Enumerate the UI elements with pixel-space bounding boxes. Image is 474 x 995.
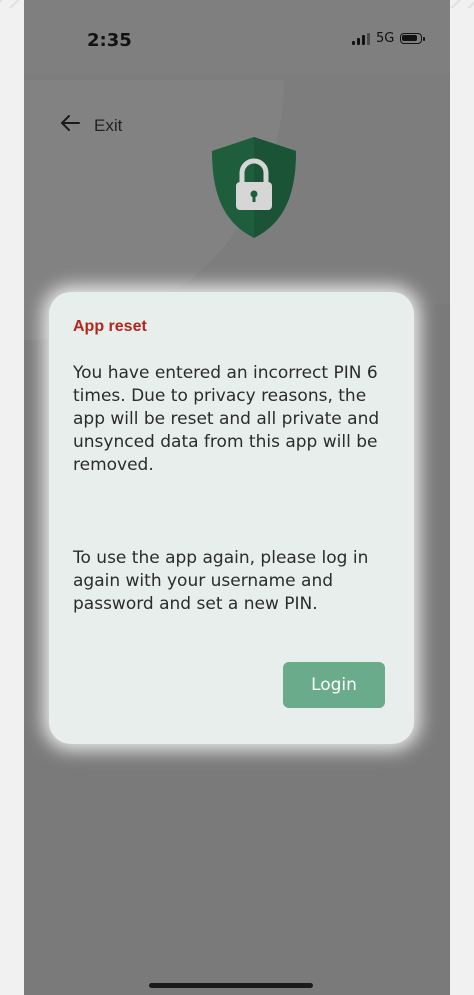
shield-lock-icon [212,137,296,238]
page-background: 2:35 5G Exit App reset You have entered … [0,0,474,995]
dialog-title: App reset [73,318,147,335]
arrow-left-icon [60,114,80,137]
dialog-message-2: To use the app again, please log in agai… [73,548,369,614]
dialog-message-1: You have entered an incorrect PIN 6 time… [73,363,380,475]
login-button[interactable]: Login [283,662,385,708]
exit-label: Exit [94,115,123,135]
signal-bars-icon [352,32,370,45]
network-type: 5G [376,31,395,46]
app-reset-dialog: App reset You have entered an incorrect … [49,292,414,744]
status-bar: 2:35 5G [24,0,450,74]
battery-icon [400,33,426,44]
home-indicator[interactable] [149,983,313,988]
exit-button[interactable]: Exit [60,114,122,137]
status-icons: 5G [352,31,426,46]
status-time: 2:35 [87,30,132,51]
